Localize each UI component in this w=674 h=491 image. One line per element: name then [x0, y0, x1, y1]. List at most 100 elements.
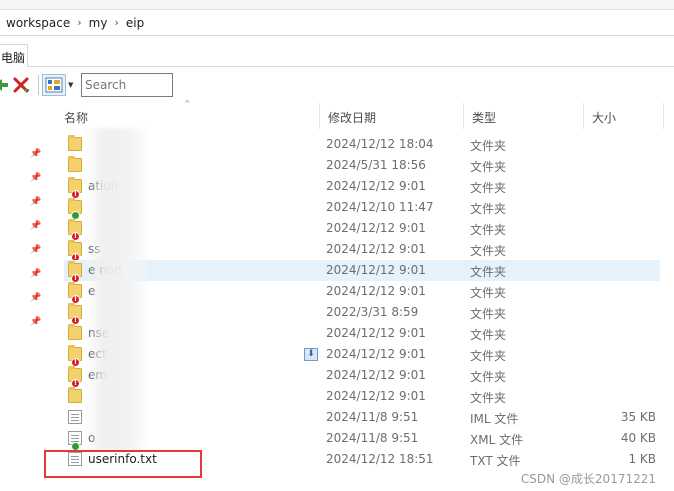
- file-size: 1 KB: [628, 452, 656, 466]
- file-type: 文件夹: [470, 265, 507, 279]
- file-modified-date: 2024/12/12 9:01: [326, 179, 426, 193]
- view-grid-icon: [45, 77, 63, 93]
- breadcrumb-separator: ›: [114, 16, 119, 29]
- file-modified-date: 2024/12/10 11:47: [326, 200, 434, 214]
- file-modified-date: 2024/12/12 9:01: [326, 221, 426, 235]
- file-type: 文件夹: [470, 244, 507, 258]
- file-modified-date: 2024/11/8 9:51: [326, 431, 419, 445]
- file-modified-date: 2024/12/12 18:51: [326, 452, 434, 466]
- file-type: IML 文件: [470, 412, 519, 426]
- file-type: XML 文件: [470, 433, 524, 447]
- file-type: 文件夹: [470, 370, 507, 384]
- breadcrumb-workspace[interactable]: workspace: [6, 16, 70, 30]
- file-modified-date: 2024/12/12 9:01: [326, 326, 426, 340]
- folder-icon: !: [68, 177, 82, 199]
- pin-icon[interactable]: 📌: [30, 173, 41, 183]
- folder-icon: [68, 324, 82, 340]
- file-modified-date: 2024/5/31 18:56: [326, 158, 426, 172]
- file-size: 35 KB: [620, 410, 656, 424]
- file-row[interactable]: ! 2022/3/31 8:59 文件夹: [64, 302, 660, 325]
- scroll-down-icon[interactable]: ⬇: [304, 348, 318, 361]
- folder-icon: !: [68, 261, 82, 283]
- file-row[interactable]: o2024/11/8 9:51XML 文件40 KB: [64, 428, 660, 451]
- file-type: 文件夹: [470, 286, 507, 300]
- navigation-pane: 📌 📌 📌 📌 📌 📌 📌 📌: [0, 103, 48, 491]
- file-row[interactable]: 2024/12/10 11:47 文件夹: [64, 197, 660, 220]
- ribbon-tab-computer[interactable]: 电脑: [0, 44, 28, 67]
- pin-icon[interactable]: 📌: [30, 317, 41, 327]
- file-type: 文件夹: [470, 160, 507, 174]
- pin-icon[interactable]: 📌: [30, 197, 41, 207]
- folder-icon: !: [68, 345, 82, 367]
- file-row[interactable]: !ect2024/12/12 9:01文件夹: [64, 344, 660, 367]
- file-type: 文件夹: [470, 202, 507, 216]
- file-row[interactable]: !ss2024/12/12 9:01文件夹: [64, 239, 660, 262]
- pin-icon[interactable]: 📌: [30, 269, 41, 279]
- delete-icon[interactable]: [12, 76, 30, 94]
- file-type: TXT 文件: [470, 454, 521, 468]
- toolbar: ▼: [0, 67, 674, 103]
- file-type: 文件夹: [470, 328, 507, 342]
- file-modified-date: 2024/11/8 9:51: [326, 410, 419, 424]
- folder-icon: [68, 198, 82, 220]
- file-row[interactable]: 2024/12/12 9:01 文件夹: [64, 386, 660, 407]
- file-size: 40 KB: [620, 431, 656, 445]
- file-row[interactable]: !e2024/12/12 9:01文件夹: [64, 281, 660, 304]
- file-row[interactable]: !em2024/12/12 9:01文件夹: [64, 365, 660, 388]
- folder-icon: !: [68, 282, 82, 304]
- privacy-blur: [86, 128, 148, 450]
- file-row[interactable]: !ation2024/12/12 9:01文件夹: [64, 176, 660, 199]
- file-modified-date: 2024/12/12 9:01: [326, 263, 426, 277]
- file-modified-date: 2024/12/12 9:01: [326, 368, 426, 382]
- search-input[interactable]: [81, 73, 173, 97]
- file-icon: [68, 431, 82, 451]
- folder-icon: !: [68, 366, 82, 388]
- file-row[interactable]: nse2024/12/12 9:01文件夹: [64, 323, 660, 344]
- file-modified-date: 2024/12/12 9:01: [326, 284, 426, 298]
- folder-icon: [68, 135, 82, 151]
- file-row[interactable]: !e non2024/12/12 9:01文件夹: [64, 260, 660, 283]
- column-header-type[interactable]: 类型: [464, 103, 584, 129]
- folder-icon: [68, 387, 82, 403]
- window-top-strip: [0, 0, 674, 10]
- folder-icon: [68, 156, 82, 172]
- file-type: 文件夹: [470, 223, 507, 237]
- breadcrumb-eip[interactable]: eip: [126, 16, 144, 30]
- pin-icon[interactable]: 📌: [30, 245, 41, 255]
- ribbon-tab-bar: 电脑: [0, 36, 674, 67]
- file-modified-date: 2024/12/12 9:01: [326, 389, 426, 403]
- column-header-bar: ^ 名称 修改日期 类型 大小: [56, 99, 674, 129]
- address-bar[interactable]: workspace › my › eip: [0, 10, 674, 36]
- column-header-name[interactable]: 名称: [56, 103, 320, 129]
- folder-icon: !: [68, 240, 82, 262]
- file-modified-date: 2024/12/12 9:01: [326, 347, 426, 361]
- file-type: 文件夹: [470, 181, 507, 195]
- column-header-date[interactable]: 修改日期: [320, 103, 464, 129]
- file-modified-date: 2022/3/31 8:59: [326, 305, 419, 319]
- file-icon: [68, 410, 82, 424]
- file-type: 文件夹: [470, 139, 507, 153]
- chevron-down-icon[interactable]: ▼: [68, 81, 73, 89]
- file-row[interactable]: 2024/12/12 18:04 文件夹: [64, 134, 660, 155]
- watermark: CSDN @成长20171221: [520, 472, 656, 486]
- highlight-box: [44, 450, 202, 478]
- pin-icon[interactable]: 📌: [30, 293, 41, 303]
- column-header-size[interactable]: 大小: [584, 103, 664, 129]
- breadcrumb-separator: ›: [77, 16, 82, 29]
- file-type: 文件夹: [470, 391, 507, 405]
- undo-arrow-icon[interactable]: [0, 76, 10, 94]
- view-options-button[interactable]: [42, 74, 66, 96]
- file-row[interactable]: 2024/11/8 9:51 IML 文件 35 KB: [64, 407, 660, 428]
- file-modified-date: 2024/12/12 18:04: [326, 137, 434, 151]
- pin-icon[interactable]: 📌: [30, 149, 41, 159]
- file-type: 文件夹: [470, 307, 507, 321]
- file-type: 文件夹: [470, 349, 507, 363]
- file-modified-date: 2024/12/12 9:01: [326, 242, 426, 256]
- file-row[interactable]: ! 2024/12/12 9:01 文件夹: [64, 218, 660, 241]
- pin-icon[interactable]: 📌: [30, 221, 41, 231]
- toolbar-separator: [38, 75, 39, 95]
- folder-icon: !: [68, 303, 82, 325]
- folder-icon: !: [68, 219, 82, 241]
- breadcrumb-my[interactable]: my: [89, 16, 108, 30]
- file-row[interactable]: 2024/5/31 18:56 文件夹: [64, 155, 660, 176]
